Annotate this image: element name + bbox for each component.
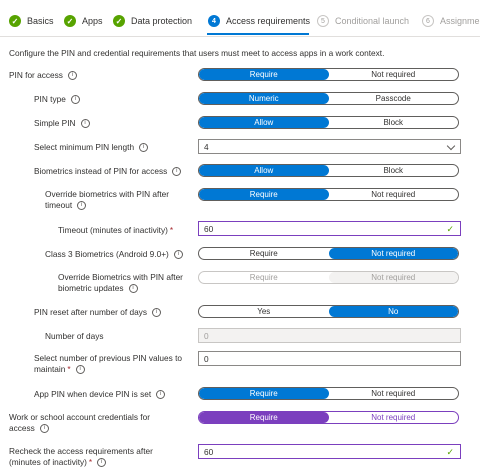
check-icon: ✓ — [64, 15, 76, 27]
input-value: 0 — [204, 330, 209, 341]
app-pin-device-toggle[interactable]: Require Not required — [198, 387, 459, 400]
required-asterisk: * — [88, 457, 93, 467]
info-icon[interactable]: i — [75, 365, 85, 375]
info-icon[interactable]: i — [39, 424, 49, 434]
tab-label: Conditional launch — [335, 16, 410, 26]
previous-pins-input[interactable]: 0 — [198, 351, 461, 366]
override-biometrics-toggle[interactable]: Require Not required — [198, 188, 459, 201]
option-not-required[interactable]: Not required — [329, 69, 459, 80]
number-of-days-label: Number of days — [45, 331, 104, 341]
option-require[interactable]: Require — [199, 189, 329, 200]
previous-pins-label: Select number of previous PIN values to m… — [34, 353, 183, 375]
override-bio-updates-toggle[interactable]: Require Not required — [198, 271, 459, 284]
dropdown-value: 4 — [204, 141, 209, 152]
option-allow[interactable]: Allow — [199, 117, 329, 128]
min-pin-length-dropdown[interactable]: 4 — [198, 139, 461, 154]
option-block[interactable]: Block — [329, 117, 459, 128]
info-icon[interactable]: i — [77, 201, 87, 211]
option-require[interactable]: Require — [199, 412, 329, 423]
wizard-steps: ✓ Basics ✓ Apps ✓ Data protection 4 Acce… — [0, 0, 480, 37]
override-bio-updates-label: Override Biometrics with PIN after biomet… — [58, 272, 183, 294]
tab-basics[interactable]: ✓ Basics — [9, 14, 54, 28]
option-not-required[interactable]: Not required — [329, 412, 459, 423]
input-value: 60 — [204, 223, 214, 234]
required-asterisk: * — [67, 364, 71, 374]
option-yes[interactable]: Yes — [199, 306, 329, 317]
pin-access-toggle[interactable]: Require Not required — [198, 68, 459, 81]
tab-access-requirements[interactable]: 4 Access requirements — [208, 14, 310, 28]
pin-reset-toggle[interactable]: Yes No — [198, 305, 459, 318]
simple-pin-toggle[interactable]: Allow Block — [198, 116, 459, 129]
tab-label: Basics — [27, 16, 54, 26]
app-pin-device-label: App PIN when device PIN is set i — [34, 389, 166, 400]
info-icon[interactable]: i — [173, 250, 183, 260]
option-not-required[interactable]: Not required — [328, 272, 458, 283]
info-icon[interactable]: i — [67, 71, 77, 81]
recheck-label: Recheck the access requirements after (mi… — [9, 446, 153, 468]
biometrics-toggle[interactable]: Allow Block — [198, 164, 459, 177]
info-icon[interactable]: i — [80, 119, 90, 129]
step-number-icon: 5 — [317, 15, 329, 27]
timeout-label: Timeout (minutes of inactivity) * — [58, 225, 174, 235]
tab-label: Access requirements — [226, 16, 311, 26]
tab-label: Apps — [82, 16, 103, 26]
work-credentials-toggle[interactable]: Require Not required — [198, 411, 459, 424]
option-numeric[interactable]: Numeric — [199, 93, 329, 104]
pin-type-toggle[interactable]: Numeric Passcode — [198, 92, 459, 105]
simple-pin-label: Simple PIN i — [34, 118, 90, 129]
check-icon: ✓ — [113, 15, 125, 27]
recheck-input[interactable]: 60 ✓ — [198, 444, 461, 459]
tab-label: Data protection — [131, 16, 193, 26]
pin-access-label: PIN for access i — [9, 70, 77, 81]
min-pin-length-label: Select minimum PIN length i — [34, 142, 149, 153]
tab-assignments[interactable]: 6 Assignments — [422, 14, 480, 28]
option-allow[interactable]: Allow — [199, 165, 329, 176]
step-number-icon: 4 — [208, 15, 220, 27]
timeout-input[interactable]: 60 ✓ — [198, 221, 461, 236]
class3-biometrics-label: Class 3 Biometrics (Android 9.0+) i — [45, 249, 183, 260]
info-icon[interactable]: i — [151, 308, 161, 318]
option-block[interactable]: Block — [329, 165, 459, 176]
class3-biometrics-toggle[interactable]: Require Not required — [198, 247, 459, 260]
info-icon[interactable]: i — [139, 143, 149, 153]
number-of-days-input[interactable]: 0 — [198, 328, 461, 343]
tab-data-protection[interactable]: ✓ Data protection — [113, 14, 192, 28]
pin-type-label: PIN type i — [34, 94, 80, 105]
step-number-icon: 6 — [422, 15, 434, 27]
input-value: 60 — [204, 446, 214, 457]
info-icon[interactable]: i — [97, 458, 107, 468]
info-icon[interactable]: i — [156, 390, 166, 400]
check-icon: ✓ — [446, 447, 454, 457]
option-not-required[interactable]: Not required — [328, 248, 458, 259]
check-icon: ✓ — [9, 15, 21, 27]
tab-conditional-launch[interactable]: 5 Conditional launch — [317, 14, 409, 28]
override-biometrics-label: Override biometrics with PIN after timeou… — [45, 189, 170, 211]
option-not-required[interactable]: Not required — [329, 189, 459, 200]
required-asterisk: * — [169, 225, 174, 235]
info-icon[interactable]: i — [172, 167, 182, 177]
option-not-required[interactable]: Not required — [329, 388, 459, 399]
option-no[interactable]: No — [328, 306, 458, 317]
active-tab-underline — [207, 33, 309, 35]
tab-apps[interactable]: ✓ Apps — [64, 14, 103, 28]
pin-reset-label: PIN reset after number of days i — [34, 307, 161, 318]
check-icon: ✓ — [446, 224, 454, 234]
tab-label: Assignments — [440, 16, 480, 26]
input-value: 0 — [204, 353, 209, 364]
info-icon[interactable]: i — [70, 95, 80, 105]
chevron-down-icon — [446, 141, 456, 151]
option-require[interactable]: Require — [199, 388, 329, 399]
option-require[interactable]: Require — [199, 69, 329, 80]
option-require[interactable]: Require — [199, 272, 329, 283]
work-credentials-label: Work or school account credentials for ac… — [9, 412, 150, 434]
biometrics-label: Biometrics instead of PIN for access i — [34, 166, 182, 177]
info-icon[interactable]: i — [128, 284, 138, 294]
page-description: Configure the PIN and credential require… — [9, 48, 385, 58]
option-passcode[interactable]: Passcode — [329, 93, 459, 104]
option-require[interactable]: Require — [199, 248, 329, 259]
